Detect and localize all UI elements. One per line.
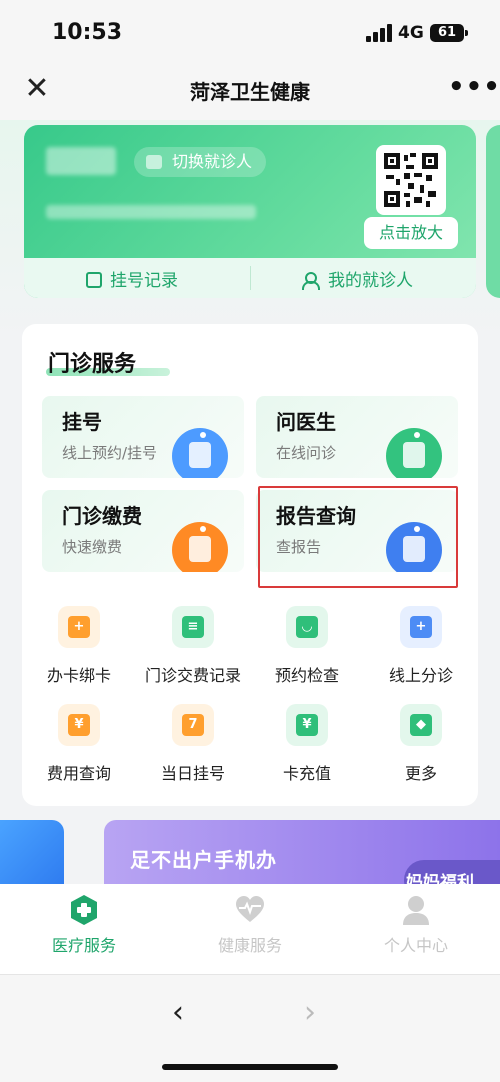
tile-ask-doctor[interactable]: 问医生 在线问诊 <box>256 396 458 478</box>
tile-subtitle: 线上预约/挂号 <box>62 444 158 462</box>
zoom-qr-button[interactable]: 点击放大 <box>364 217 458 249</box>
payment-badge-icon <box>172 522 228 572</box>
register-badge-icon <box>172 428 228 478</box>
switch-patient-label: 切换就诊人 <box>172 152 253 171</box>
highlight-box <box>258 486 458 588</box>
fee-icon: ¥ <box>58 704 100 746</box>
tile-register[interactable]: 挂号 线上预约/挂号 <box>42 396 244 478</box>
heart-pulse-icon <box>234 894 266 926</box>
document-icon <box>86 272 102 288</box>
tile-payment[interactable]: 门诊缴费 快速缴费 <box>42 490 244 572</box>
tab-health-service[interactable]: 健康服务 <box>195 894 305 956</box>
grid-label: 办卡绑卡 <box>46 666 111 685</box>
status-bar: 10:53 4G 61 <box>0 0 500 62</box>
grid-label: 线上分诊 <box>388 666 453 685</box>
tile-title: 挂号 <box>62 410 102 434</box>
tile-subtitle: 快速缴费 <box>62 538 123 556</box>
grid-item-card-recharge[interactable]: ¥ 卡充值 <box>251 704 363 784</box>
battery-icon: 61 <box>430 24 468 42</box>
people-icon <box>302 272 320 290</box>
grid-label: 当日挂号 <box>160 764 225 783</box>
banner-left-peek[interactable] <box>0 820 64 884</box>
more-menu-icon[interactable]: ••• <box>448 72 500 102</box>
signal-icon <box>366 24 392 42</box>
doctor-badge-icon <box>386 428 442 478</box>
user-icon <box>400 894 432 926</box>
grid-item-online-triage[interactable]: + 线上分诊 <box>365 606 477 686</box>
grid-label: 卡充值 <box>282 764 331 783</box>
tile-subtitle: 在线问诊 <box>276 444 337 462</box>
tab-label: 医疗服务 <box>51 936 116 955</box>
promo-banner[interactable]: 足不出户手机办 妈妈福利 <box>104 820 500 884</box>
tab-personal-center[interactable]: 个人中心 <box>361 894 471 956</box>
my-patients-label: 我的就诊人 <box>328 271 413 291</box>
grid-item-appointment-check[interactable]: ◡ 预约检查 <box>251 606 363 686</box>
home-indicator <box>162 1064 338 1070</box>
next-card-peek <box>486 125 500 298</box>
browser-toolbar: ‹ › <box>0 974 500 1082</box>
recharge-icon: ¥ <box>286 704 328 746</box>
back-icon[interactable]: ‹ <box>172 995 184 1030</box>
medical-cross-icon <box>68 894 100 926</box>
ultrasound-icon: ◡ <box>286 606 328 648</box>
tab-bar: 医疗服务 健康服务 个人中心 <box>0 884 500 974</box>
tab-label: 健康服务 <box>217 936 282 955</box>
forward-icon[interactable]: › <box>304 995 316 1030</box>
grid-item-fee-query[interactable]: ¥ 费用查询 <box>23 704 135 784</box>
tab-medical-service[interactable]: 医疗服务 <box>29 894 139 956</box>
grid-item-payment-records[interactable]: ≡ 门诊交费记录 <box>137 606 249 686</box>
patient-id-masked <box>46 205 256 219</box>
hospital-icon: + <box>400 606 442 648</box>
tile-title: 问医生 <box>276 410 336 434</box>
divider <box>250 266 251 290</box>
network-type: 4G <box>398 23 424 43</box>
grid-label: 费用查询 <box>46 764 111 783</box>
banner-text: 足不出户手机办 <box>130 848 277 872</box>
record-edit-icon: ≡ <box>172 606 214 648</box>
tab-label: 个人中心 <box>383 936 448 955</box>
grid-item-more[interactable]: ◆ 更多 <box>365 704 477 784</box>
apps-icon: ◆ <box>400 704 442 746</box>
page-title: 菏泽卫生健康 <box>190 80 310 104</box>
switch-patient-button[interactable]: 切换就诊人 <box>134 147 267 177</box>
grid-item-card-binding[interactable]: + 办卡绑卡 <box>23 606 135 686</box>
my-patients-button[interactable]: 我的就诊人 <box>302 266 413 291</box>
switch-icon <box>146 155 162 169</box>
registration-record-label: 挂号记录 <box>110 271 178 291</box>
patient-name-masked <box>46 147 116 175</box>
status-time: 10:53 <box>52 20 123 45</box>
banner-pill-text: 妈妈福利 <box>406 873 474 884</box>
tile-title: 门诊缴费 <box>62 504 142 528</box>
card-actions-bar: 挂号记录 我的就诊人 <box>24 258 476 298</box>
nav-bar: ✕ 菏泽卫生健康 ••• <box>0 62 500 120</box>
card-plus-icon: + <box>58 606 100 648</box>
registration-record-button[interactable]: 挂号记录 <box>86 266 178 291</box>
grid-label: 更多 <box>404 764 437 783</box>
calendar-icon: 7 <box>172 704 214 746</box>
qr-code-icon[interactable] <box>376 145 446 215</box>
grid-label: 预约检查 <box>274 666 339 685</box>
grid-item-same-day-register[interactable]: 7 当日挂号 <box>137 704 249 784</box>
section-title: 门诊服务 <box>48 352 137 377</box>
grid-label: 门诊交费记录 <box>144 666 241 685</box>
